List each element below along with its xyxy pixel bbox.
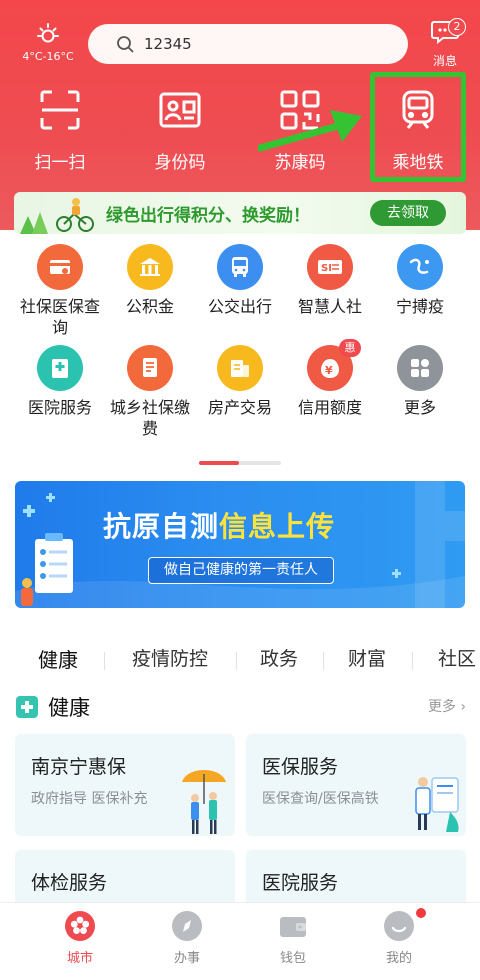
tab-health[interactable]: 健康 (38, 644, 78, 673)
quick-action-label: 扫一扫 (34, 153, 86, 173)
profile-notification-dot (416, 908, 426, 918)
compass-icon (172, 911, 202, 941)
service-hospital[interactable]: 医院服务 (15, 345, 105, 418)
antigen-upload-banner[interactable]: 抗原自测信息上传 做自己健康的第一责任人 (15, 481, 465, 608)
search-input[interactable]: 12345 (144, 35, 192, 53)
scan-icon (38, 88, 82, 132)
property-icon (217, 345, 263, 391)
doctor-icon (415, 777, 459, 832)
service-label: 公交出行 (207, 297, 272, 316)
discount-badge: 惠 (339, 339, 361, 357)
card-subtitle: 医保查询/医保高铁 (262, 791, 379, 807)
svg-text:SI: SI (321, 263, 332, 274)
nav-services[interactable]: 办事 (147, 911, 227, 966)
service-label: 公积金 (125, 297, 174, 316)
tab-epidemic-control[interactable]: 疫情防控 (132, 644, 208, 671)
service-label: 信用额度 (297, 398, 362, 417)
card-title: 医保服务 (262, 756, 339, 778)
quick-action-label: 身份码 (154, 153, 206, 173)
sun-icon (35, 22, 61, 48)
banner-title: 抗原自测信息上传 (103, 510, 336, 543)
card-ninghui-insurance[interactable]: 南京宁惠保 政府指导 医保补充 (15, 734, 235, 836)
housing-fund-icon (127, 244, 173, 290)
nav-city[interactable]: 城市 (40, 911, 120, 966)
tab-community[interactable]: 社区 (438, 644, 476, 671)
bottom-navigation: 城市 办事 钱包 我的 (0, 902, 480, 980)
service-epidemic[interactable]: 宁搏疫 (375, 244, 465, 317)
service-more[interactable]: 更多 (375, 345, 465, 418)
city-icon (65, 911, 95, 941)
section-title: 健康 (48, 696, 90, 720)
profile-icon (384, 911, 414, 941)
credit-icon: ¥ 惠 (307, 339, 361, 391)
metro-highlight-box (370, 72, 466, 182)
search-bar[interactable]: 12345 (88, 24, 408, 64)
service-label: 社保医保查询 (20, 297, 101, 337)
quick-action-scan[interactable]: 扫一扫 (5, 88, 115, 173)
social-security-icon (37, 244, 83, 290)
nav-label: 钱包 (279, 951, 306, 966)
nav-label: 我的 (385, 951, 412, 966)
search-icon (117, 36, 134, 53)
messages-label: 消息 (432, 54, 457, 68)
pointer-arrow-icon (258, 110, 362, 152)
service-label: 医院服务 (27, 398, 92, 417)
service-label: 城乡社保缴费 (110, 398, 191, 438)
card-title: 南京宁惠保 (31, 756, 127, 778)
card-title: 医院服务 (262, 872, 339, 894)
promo-text: 绿色出行得积分、换奖励！ (106, 206, 310, 226)
weather-widget[interactable]: 4°C-16°C (22, 22, 74, 63)
tab-wealth[interactable]: 财富 (348, 644, 386, 671)
service-smart-hr[interactable]: SI 智慧人社 (285, 244, 375, 317)
service-label: 智慧人社 (297, 297, 362, 316)
more-apps-icon (397, 345, 443, 391)
card-title: 体检服务 (31, 872, 108, 894)
quick-action-id-code[interactable]: 身份码 (125, 88, 235, 173)
service-label: 更多 (403, 398, 436, 417)
wallet-icon (278, 911, 308, 941)
promo-claim-button[interactable]: 去领取 (370, 200, 446, 226)
service-label: 房产交易 (207, 398, 272, 417)
messages-badge: 2 (448, 18, 466, 36)
service-label: 宁搏疫 (395, 297, 444, 316)
svg-text:¥: ¥ (325, 364, 333, 377)
weather-temperature: 4°C-16°C (22, 50, 74, 63)
cyclist-illustration-icon (20, 198, 94, 234)
service-credit[interactable]: ¥ 惠 信用额度 (285, 339, 375, 418)
section-header: 健康 更多 › (16, 692, 466, 722)
card-subtitle: 政府指导 医保补充 (31, 791, 148, 807)
grid-page-indicator (199, 461, 281, 465)
nav-profile[interactable]: 我的 (359, 911, 439, 966)
epidemic-icon (397, 244, 443, 290)
banner-subtitle: 做自己健康的第一责任人 (148, 557, 334, 584)
health-plus-icon (16, 696, 38, 718)
nav-label: 城市 (66, 951, 93, 966)
section-more-link[interactable]: 更多 › (428, 696, 466, 716)
service-social-insurance-payment[interactable]: 城乡社保缴费 (105, 345, 195, 439)
bus-icon (217, 244, 263, 290)
service-bus[interactable]: 公交出行 (195, 244, 285, 317)
payment-icon (127, 345, 173, 391)
service-social-insurance[interactable]: 社保医保查询 (15, 244, 105, 338)
service-housing-fund[interactable]: 公积金 (105, 244, 195, 317)
smart-hr-icon: SI (307, 244, 353, 290)
nav-wallet[interactable]: 钱包 (253, 911, 333, 966)
hospital-icon (37, 345, 83, 391)
nav-label: 办事 (173, 951, 200, 966)
category-tabs: 健康 疫情防控 政务 财富 社区 (0, 642, 480, 676)
service-property[interactable]: 房产交易 (195, 345, 285, 418)
green-travel-promo[interactable]: 绿色出行得积分、换奖励！ 去领取 (14, 192, 466, 234)
id-card-icon (158, 88, 202, 132)
tab-government[interactable]: 政务 (260, 644, 298, 671)
umbrella-family-icon (182, 770, 226, 834)
card-medical-insurance[interactable]: 医保服务 医保查询/医保高铁 (246, 734, 466, 836)
